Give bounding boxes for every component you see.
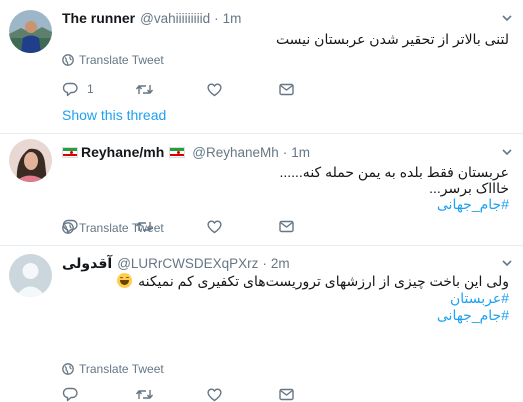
like-button[interactable]	[206, 79, 223, 99]
message-button[interactable]	[278, 384, 295, 402]
like-icon	[207, 388, 222, 401]
message-icon	[279, 388, 294, 400]
globe-icon	[62, 363, 74, 375]
tweet[interactable]: آقدولی @LURrCWSDEXqPXrz · 2m ولی این باخ…	[0, 246, 523, 402]
tweet-header: آقدولی @LURrCWSDEXqPXrz · 2m	[62, 253, 290, 273]
reply-icon	[62, 387, 78, 401]
tweet-text-line: عربستان فقط بلده به یمن حمله کنه......	[279, 164, 509, 180]
avatar[interactable]	[9, 139, 52, 182]
timestamp[interactable]: 2m	[271, 256, 290, 271]
like-button[interactable]	[206, 384, 223, 402]
chevron-down-icon[interactable]	[501, 146, 513, 158]
tweet-header: The runner @vahiiiiiiiiid · 1m	[62, 8, 241, 28]
translate-tweet-label: Translate Tweet	[79, 53, 164, 67]
retweet-button[interactable]	[135, 216, 154, 236]
timestamp[interactable]: 1m	[291, 145, 310, 160]
translate-tweet-link[interactable]: Translate Tweet	[62, 52, 164, 68]
retweet-button[interactable]	[135, 384, 154, 402]
display-name[interactable]: The runner	[62, 10, 135, 26]
separator-dot: ·	[214, 10, 219, 26]
chevron-down-icon[interactable]	[501, 12, 513, 24]
message-icon	[279, 83, 294, 95]
reply-button[interactable]: 1	[62, 79, 94, 99]
tweet-text: ولی این باخت چیزی از ارزشهای تروریست‌های…	[117, 273, 509, 324]
display-name[interactable]: آقدولی	[62, 255, 112, 272]
translate-tweet-label: Translate Tweet	[79, 362, 164, 376]
message-button[interactable]	[278, 79, 295, 99]
globe-icon	[62, 54, 74, 66]
reply-icon	[62, 82, 78, 96]
avatar[interactable]	[9, 10, 52, 53]
tweet[interactable]: The runner @vahiiiiiiiiid · 1m لتنی بالا…	[0, 0, 523, 133]
tweet-text: عربستان فقط بلده به یمن حمله کنه...... خ…	[279, 164, 509, 212]
hashtag-link[interactable]: #جام_جهانی	[279, 196, 509, 212]
tweet-text: لتنی بالاتر از تحقیر شدن عربستان نیست	[276, 31, 509, 47]
user-handle[interactable]: @LURrCWSDEXqPXrz	[117, 256, 258, 271]
retweet-button[interactable]	[135, 79, 154, 99]
avatar[interactable]	[9, 254, 52, 297]
message-icon	[279, 220, 294, 232]
hashtag-link[interactable]: #عربستان	[117, 290, 509, 307]
message-button[interactable]	[278, 216, 295, 236]
tweet-text-line: خاااک برسر...	[429, 180, 509, 196]
translate-tweet-link[interactable]: Translate Tweet	[62, 361, 164, 377]
user-handle[interactable]: @ReyhaneMh	[192, 145, 279, 160]
show-thread-link[interactable]: Show this thread	[62, 107, 166, 123]
tweet-header: Reyhane/mh @ReyhaneMh · 1m	[62, 142, 310, 162]
reply-count: 1	[87, 82, 94, 96]
tweet-text-content: ولی این باخت چیزی از ارزشهای تروریست‌های…	[138, 273, 509, 289]
hashtag-link[interactable]: #جام_جهانی	[117, 307, 509, 324]
reply-icon	[62, 219, 78, 233]
user-handle[interactable]: @vahiiiiiiiiid	[140, 11, 210, 26]
tweet-text-line: ولی این باخت چیزی از ارزشهای تروریست‌های…	[117, 273, 509, 290]
tweet-text-line: لتنی بالاتر از تحقیر شدن عربستان نیست	[275, 31, 509, 47]
retweet-icon	[135, 389, 154, 399]
grinning-face-icon	[117, 273, 133, 288]
like-icon	[207, 220, 222, 233]
chevron-down-icon[interactable]	[501, 257, 513, 269]
like-icon	[207, 83, 222, 96]
retweet-icon	[135, 221, 154, 231]
like-button[interactable]	[206, 216, 223, 236]
separator-dot: ·	[282, 144, 288, 160]
timestamp[interactable]: 1m	[223, 11, 242, 26]
iran-flag-icon	[62, 146, 78, 158]
reply-button[interactable]	[62, 384, 79, 402]
iran-flag-icon	[169, 146, 186, 158]
retweet-icon	[135, 84, 154, 94]
reply-button[interactable]	[62, 216, 79, 236]
display-name[interactable]: Reyhane/mh	[81, 144, 164, 160]
separator-dot: ·	[262, 255, 267, 271]
